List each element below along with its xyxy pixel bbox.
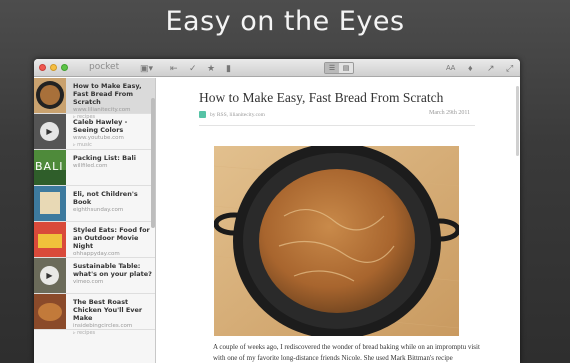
list-item-title: Eli, not Children's Book — [73, 190, 138, 206]
close-window-button[interactable] — [39, 64, 46, 71]
article-list: How to Make Easy, Fast Bread From Scratc… — [34, 78, 156, 363]
list-item[interactable]: Eli, not Children's Book eighthsunday.co… — [34, 186, 155, 222]
thumbnail-text: BALI — [35, 160, 64, 173]
minimize-window-button[interactable] — [50, 64, 57, 71]
list-item-source: eighthsunday.com — [73, 207, 124, 213]
list-scrollbar[interactable] — [151, 98, 155, 228]
list-item-source: vimeo.com — [73, 279, 104, 285]
article-photo — [214, 146, 459, 336]
list-item-title: Styled Eats: Food for an Outdoor Movie N… — [73, 226, 150, 250]
zoom-window-button[interactable] — [61, 64, 68, 71]
list-item-source: www.youtube.com — [73, 135, 124, 141]
list-item[interactable]: The Best Roast Chicken You'll Ever Make … — [34, 294, 155, 336]
list-item-title: Packing List: Bali — [73, 154, 136, 162]
banner-headline: Easy on the Eyes — [165, 6, 405, 37]
list-item-source: willfiled.com — [73, 163, 108, 169]
checkmark-icon[interactable]: ✓ — [189, 62, 197, 74]
toolbar: pocket ▣▾ ⇤ ✓ ★ ▮ ☰ ▤ AA ♦ ↗ ⤢ — [34, 59, 520, 77]
box-icon[interactable]: ▣▾ — [140, 62, 153, 74]
play-icon: ▶ — [40, 122, 59, 141]
list-item[interactable]: ▶ Caleb Hawley - Seeing Colors www.youtu… — [34, 114, 155, 150]
thumbnail — [34, 294, 66, 329]
source-favicon-icon — [199, 111, 206, 118]
reader-scrollbar[interactable] — [516, 86, 519, 156]
back-arrow-icon[interactable]: ⇤ — [170, 62, 178, 74]
reader-pane: How to Make Easy, Fast Bread From Scratc… — [157, 78, 520, 363]
thumbnail — [34, 186, 66, 221]
list-item-title: The Best Roast Chicken You'll Ever Make — [73, 298, 143, 322]
article-byline: by RSS, lilianitecity.com — [199, 111, 265, 118]
thumbnail — [34, 222, 66, 257]
list-item-source: insidebingcircles.com — [73, 323, 133, 329]
article-view-icon[interactable]: ☰ — [325, 63, 339, 73]
star-icon[interactable]: ★ — [207, 62, 215, 74]
font-settings-button[interactable]: AA — [446, 63, 455, 75]
list-item-title: Sustainable Table: what's on your plate? — [73, 262, 152, 278]
divider — [199, 125, 475, 126]
thumbnail: BALI — [34, 150, 66, 185]
thumbnail: ▶ — [34, 114, 66, 149]
article-body: A couple of weeks ago, I rediscovered th… — [213, 343, 480, 362]
list-item-title: Caleb Hawley - Seeing Colors — [73, 118, 128, 134]
app-title: pocket — [89, 62, 120, 72]
thumbnail: ▶ — [34, 258, 66, 293]
app-window: pocket ▣▾ ⇤ ✓ ★ ▮ ☰ ▤ AA ♦ ↗ ⤢ How to Ma… — [34, 59, 520, 363]
list-item[interactable]: How to Make Easy, Fast Bread From Scratc… — [34, 78, 155, 120]
trash-icon[interactable]: ▮ — [226, 62, 231, 74]
list-item-tag: ▹ music — [73, 142, 92, 148]
list-item[interactable]: Styled Eats: Food for an Outdoor Movie N… — [34, 222, 155, 258]
list-item-source: ohhappyday.com — [73, 251, 120, 257]
list-item[interactable]: BALI Packing List: Bali willfiled.com — [34, 150, 155, 186]
window-controls — [39, 64, 68, 71]
article-date: March 29th 2011 — [429, 110, 471, 116]
play-icon: ▶ — [40, 266, 59, 285]
list-item-tag: ▹ recipes — [73, 330, 96, 336]
list-item-title: How to Make Easy, Fast Bread From Scratc… — [73, 82, 142, 106]
expand-icon[interactable]: ⤢ — [506, 62, 513, 74]
article-title: How to Make Easy, Fast Bread From Scratc… — [199, 90, 444, 105]
tag-icon[interactable]: ♦ — [468, 62, 473, 74]
byline-text: by RSS, lilianitecity.com — [210, 111, 265, 118]
share-icon[interactable]: ↗ — [487, 62, 495, 74]
list-item[interactable]: ▶ Sustainable Table: what's on your plat… — [34, 258, 155, 294]
list-item-source: www.lilianitecity.com — [73, 107, 131, 113]
web-view-icon[interactable]: ▤ — [339, 63, 353, 73]
view-mode-toggle[interactable]: ☰ ▤ — [324, 62, 354, 74]
thumbnail — [34, 78, 66, 113]
